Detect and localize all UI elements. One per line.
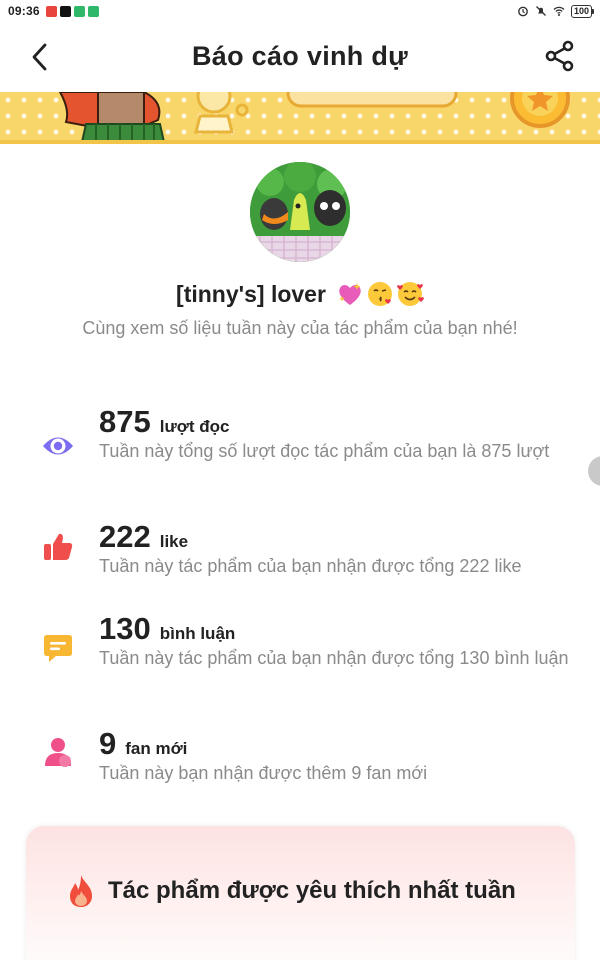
- honor-banner: [0, 92, 600, 144]
- alarm-icon: [518, 6, 528, 17]
- page-title: Báo cáo vinh dự: [191, 40, 409, 71]
- username-emojis: [336, 280, 424, 308]
- sparkling-heart-emoji: [339, 283, 361, 305]
- green-app-icon: [73, 5, 85, 17]
- header: Báo cáo vinh dự: [0, 26, 600, 86]
- favorite-title: Tác phẩm được yêu thích nhất tuần: [108, 877, 516, 904]
- share-button[interactable]: [542, 38, 578, 74]
- mute-icon: [536, 6, 546, 16]
- stat-value-line: 875 lượt đọc: [99, 404, 569, 440]
- eye-icon: [43, 437, 73, 455]
- subtitle: Cùng xem số liệu tuần này của tác phẩm c…: [82, 318, 518, 338]
- stat-description: Tuần này bạn nhận được thêm 9 fan mới: [99, 763, 428, 783]
- stat-unit: lượt đọc: [159, 417, 230, 436]
- stat-number: 130: [99, 611, 151, 646]
- stat-value-line: 130 bình luận: [99, 611, 569, 647]
- tiktok-icon: [59, 5, 71, 17]
- status-bar: 09:36 100: [0, 0, 600, 22]
- green-app-icon: [87, 5, 99, 17]
- banner-illustration: [58, 92, 570, 143]
- avatar[interactable]: [250, 162, 350, 262]
- stat-value-line: 9 fan mới: [99, 726, 569, 762]
- battery-icon: 100: [570, 4, 595, 18]
- stat-body: 9 fan mới Tuần này bạn nhận được thêm 9 …: [99, 726, 569, 785]
- share-icon: [545, 40, 574, 72]
- smiling-face-with-hearts-emoji: [397, 282, 424, 306]
- status-system-icons: 100: [517, 4, 595, 18]
- stat-body: 222 like Tuần này tác phẩm của bạn nhận …: [99, 519, 569, 578]
- banner-edge: [0, 140, 600, 144]
- stat-icon-wrap: [40, 529, 76, 565]
- avatar-image: [250, 162, 350, 262]
- kissing-face-emoji: [367, 282, 392, 306]
- stat-number: 875: [99, 404, 151, 439]
- notes-app-icon: [45, 5, 57, 17]
- user-icon: [45, 738, 71, 767]
- stat-description: Tuần này tổng số lượt đọc tác phẩm của b…: [99, 441, 550, 461]
- favorite-title-row: Tác phẩm được yêu thích nhất tuần: [66, 874, 516, 908]
- stat-number: 222: [99, 519, 151, 554]
- stat-body: 130 bình luận Tuần này tác phẩm của bạn …: [99, 611, 569, 670]
- wifi-icon: [553, 6, 565, 16]
- comment-icon: [44, 635, 72, 662]
- stat-icon-wrap: [40, 631, 76, 667]
- fire-icon: [70, 875, 92, 907]
- username: [tinny's] lover: [176, 280, 326, 307]
- back-button[interactable]: [22, 40, 56, 74]
- favorite-work-card: Tác phẩm được yêu thích nhất tuần: [26, 826, 575, 960]
- stat-number: 9: [99, 726, 117, 761]
- stat-icon-wrap: [40, 734, 76, 770]
- stat-description: Tuần này tác phẩm của bạn nhận được tổng…: [99, 556, 522, 576]
- username-row: [tinny's] lover: [0, 280, 600, 308]
- stat-value-line: 222 like: [99, 519, 569, 555]
- stat-icon-wrap: [40, 428, 76, 464]
- stat-unit: like: [159, 532, 189, 551]
- stat-unit: fan mới: [125, 739, 188, 758]
- status-time: 09:36: [8, 4, 40, 18]
- stat-description: Tuần này tác phẩm của bạn nhận được tổng…: [99, 648, 569, 668]
- stat-body: 875 lượt đọc Tuần này tổng số lượt đọc t…: [99, 404, 569, 463]
- floating-side-handle[interactable]: [588, 456, 600, 486]
- thumbs-up-icon: [44, 533, 73, 560]
- status-app-icons: [45, 5, 99, 17]
- stat-unit: bình luận: [159, 624, 236, 643]
- back-arrow-icon: [32, 43, 47, 71]
